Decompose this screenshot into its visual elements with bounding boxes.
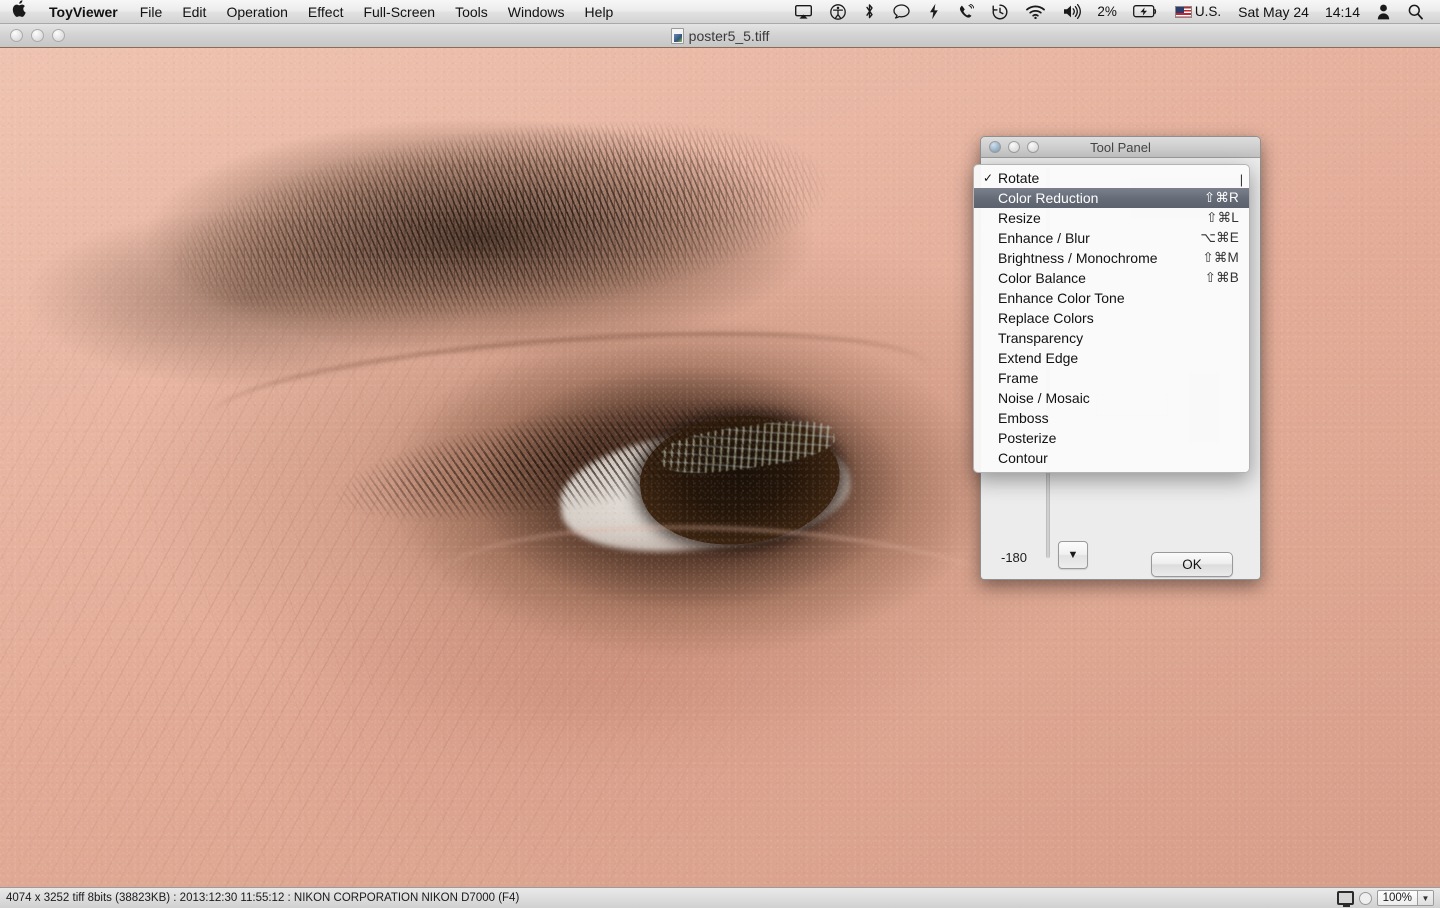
display-fit-icon[interactable] xyxy=(1336,891,1354,907)
flash-icon[interactable] xyxy=(919,0,949,24)
menu-item-tools[interactable]: Tools xyxy=(445,0,498,24)
slider-min-label: -180 xyxy=(1001,550,1028,565)
dropdown-item-shortcut: ⇧⌘R xyxy=(1203,190,1239,205)
window-title: poster5_5.tiff xyxy=(0,27,1440,44)
menu-item-effect[interactable]: Effect xyxy=(298,0,354,24)
messages-icon[interactable] xyxy=(884,0,919,24)
status-bar: 4074 x 3252 tiff 8bits (38823KB) : 2013:… xyxy=(0,887,1440,908)
operation-dropdown-menu: ✓ Rotate | Color Reduction ⇧⌘R Resize ⇧⌘… xyxy=(973,164,1250,473)
dropdown-item-label: Resize xyxy=(998,210,1041,226)
tool-panel-title: Tool Panel xyxy=(1090,139,1151,155)
dropdown-item-shortcut: ⌥⌘E xyxy=(1200,230,1239,245)
dropdown-item-label: Enhance Color Tone xyxy=(998,290,1125,306)
secondary-toggle-button[interactable] xyxy=(1358,891,1372,905)
dropdown-item-label: Frame xyxy=(998,370,1039,386)
wifi-icon[interactable] xyxy=(1017,0,1054,24)
input-source-label: U.S. xyxy=(1194,4,1222,19)
menu-item-operation[interactable]: Operation xyxy=(216,0,297,24)
us-flag-icon[interactable]: U.S. xyxy=(1166,0,1230,24)
dropdown-item-label: Brightness / Monochrome xyxy=(998,250,1158,266)
dropdown-item-brightness-monochrome[interactable]: Brightness / Monochrome ⇧⌘M xyxy=(974,248,1249,268)
tool-panel-title-bar[interactable]: Tool Panel xyxy=(981,137,1260,158)
zoom-level-value: 100% xyxy=(1382,892,1412,904)
image-info-text: 4074 x 3252 tiff 8bits (38823KB) : 2013:… xyxy=(6,892,520,904)
status-bar-controls: 100% ▼ xyxy=(1336,890,1440,907)
volume-icon[interactable] xyxy=(1054,0,1090,24)
dropdown-item-noise-mosaic[interactable]: Noise / Mosaic xyxy=(974,388,1249,408)
phone-icon[interactable] xyxy=(949,0,983,24)
chevron-down-icon[interactable]: ▼ xyxy=(1417,891,1433,905)
dropdown-item-label: Transparency xyxy=(998,330,1084,346)
user-account-icon[interactable] xyxy=(1368,0,1399,24)
battery-percent-label[interactable]: 2% xyxy=(1090,4,1124,19)
flag-glyph xyxy=(1174,5,1192,18)
tiff-document-icon xyxy=(670,27,684,44)
dropdown-item-resize[interactable]: Resize ⇧⌘L xyxy=(974,208,1249,228)
menu-item-windows[interactable]: Windows xyxy=(498,0,575,24)
battery-charging-icon[interactable] xyxy=(1124,0,1166,24)
dropdown-item-frame[interactable]: Frame xyxy=(974,368,1249,388)
dropdown-item-shortcut: ⇧⌘B xyxy=(1204,270,1239,285)
dropdown-item-label: Rotate xyxy=(998,170,1040,186)
ok-button[interactable]: OK xyxy=(1151,552,1233,577)
dropdown-item-label: Color Reduction xyxy=(998,190,1099,206)
menu-item-full-screen[interactable]: Full-Screen xyxy=(353,0,445,24)
window-title-bar[interactable]: poster5_5.tiff xyxy=(0,24,1440,48)
menubar-time[interactable]: 14:14 xyxy=(1317,4,1368,20)
dropdown-item-shortcut: ⇧⌘L xyxy=(1206,210,1239,225)
dropdown-item-contour[interactable]: Contour xyxy=(974,448,1249,468)
menu-bar: ToyViewer File Edit Operation Effect Ful… xyxy=(0,0,1440,24)
photo-under-eye-area xyxy=(220,568,1120,848)
accessibility-icon[interactable] xyxy=(821,0,855,24)
dropdown-item-color-reduction[interactable]: Color Reduction ⇧⌘R xyxy=(974,188,1249,208)
dropdown-item-label: Contour xyxy=(998,450,1048,466)
bluetooth-icon[interactable] xyxy=(855,0,884,24)
menu-item-edit[interactable]: Edit xyxy=(172,0,216,24)
apple-logo-icon[interactable] xyxy=(0,0,37,21)
dropdown-item-emboss[interactable]: Emboss xyxy=(974,408,1249,428)
dropdown-item-replace-colors[interactable]: Replace Colors xyxy=(974,308,1249,328)
desktop-screen: ToyViewer File Edit Operation Effect Ful… xyxy=(0,0,1440,908)
spotlight-search-icon[interactable] xyxy=(1399,0,1432,24)
dropdown-item-label: Enhance / Blur xyxy=(998,230,1090,246)
dropdown-item-label: Noise / Mosaic xyxy=(998,390,1090,406)
dropdown-item-label: Color Balance xyxy=(998,270,1086,286)
step-down-button[interactable]: ▼ xyxy=(1058,541,1088,569)
dropdown-item-label: Posterize xyxy=(998,430,1057,446)
dropdown-item-label: Extend Edge xyxy=(998,350,1079,366)
checkmark-icon: ✓ xyxy=(983,171,994,185)
dropdown-item-enhance-color-tone[interactable]: Enhance Color Tone xyxy=(974,288,1249,308)
dropdown-item-label: Emboss xyxy=(998,410,1049,426)
dropdown-item-rotate[interactable]: ✓ Rotate | xyxy=(974,168,1249,188)
menu-item-file[interactable]: File xyxy=(130,0,173,24)
dropdown-item-shortcut: ⇧⌘M xyxy=(1202,250,1239,265)
dropdown-item-color-balance[interactable]: Color Balance ⇧⌘B xyxy=(974,268,1249,288)
menubar-date[interactable]: Sat May 24 xyxy=(1230,4,1317,20)
zoom-level-control[interactable]: 100% ▼ xyxy=(1376,890,1434,906)
menu-bar-status-area: 2% U.S. Sat May 24 14:14 xyxy=(786,0,1440,24)
dropdown-item-extend-edge[interactable]: Extend Edge xyxy=(974,348,1249,368)
menu-app-name[interactable]: ToyViewer xyxy=(37,0,130,24)
airplay-icon[interactable] xyxy=(786,0,821,24)
window-title-text: poster5_5.tiff xyxy=(688,27,770,44)
dropdown-item-enhance-blur[interactable]: Enhance / Blur ⌥⌘E xyxy=(974,228,1249,248)
scroll-indicator-icon[interactable]: | xyxy=(1237,171,1246,188)
dropdown-item-label: Replace Colors xyxy=(998,310,1094,326)
menu-item-help[interactable]: Help xyxy=(575,0,624,24)
time-machine-icon[interactable] xyxy=(983,0,1017,24)
dropdown-item-transparency[interactable]: Transparency xyxy=(974,328,1249,348)
dropdown-item-posterize[interactable]: Posterize xyxy=(974,428,1249,448)
